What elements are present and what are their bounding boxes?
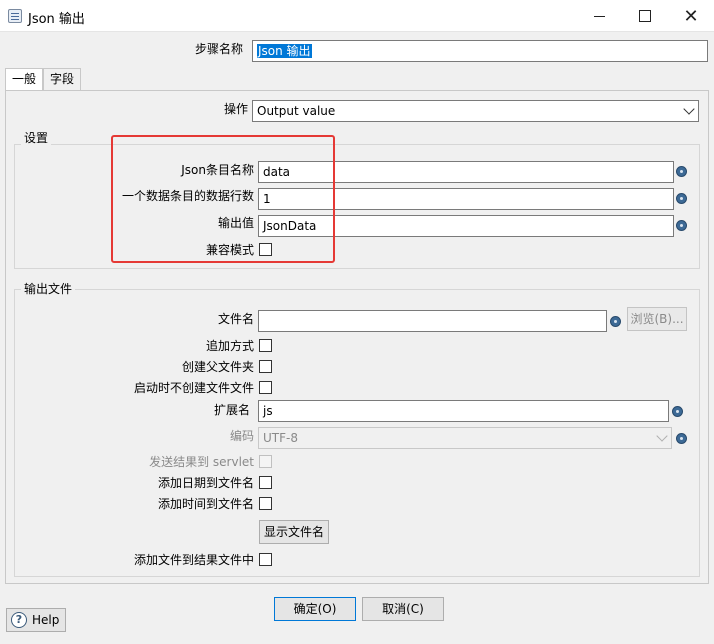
app-icon xyxy=(8,9,22,23)
variable-icon xyxy=(676,166,687,177)
append-label: 追加方式 xyxy=(205,339,254,353)
output-file-group-title: 输出文件 xyxy=(21,282,76,296)
encoding-label: 编码 xyxy=(229,429,254,443)
send-to-servlet-label: 发送结果到 servlet xyxy=(149,455,254,469)
no-create-at-start-checkbox[interactable] xyxy=(259,381,272,394)
variable-icon xyxy=(676,433,687,444)
extension-input[interactable]: js xyxy=(258,400,669,422)
add-time-label: 添加时间到文件名 xyxy=(157,497,254,511)
add-time-checkbox[interactable] xyxy=(259,497,272,510)
help-icon: ? xyxy=(11,612,27,628)
show-filename-button[interactable]: 显示文件名 xyxy=(259,520,329,544)
add-to-result-checkbox[interactable] xyxy=(259,553,272,566)
send-to-servlet-checkbox[interactable] xyxy=(259,455,272,468)
browse-button[interactable]: 浏览(B)... xyxy=(627,307,687,331)
create-parent-label: 创建父文件夹 xyxy=(181,360,254,374)
help-label: Help xyxy=(32,613,60,627)
add-to-result-label: 添加文件到结果文件中 xyxy=(133,553,254,567)
title-bar: Json 输出 ✕ xyxy=(0,0,714,32)
variable-icon xyxy=(610,316,621,327)
step-name-label: 步骤名称 xyxy=(194,42,243,56)
tab-general[interactable]: 一般 xyxy=(5,68,43,91)
create-parent-checkbox[interactable] xyxy=(259,360,272,373)
tab-fields[interactable]: 字段 xyxy=(43,68,81,90)
encoding-select[interactable]: UTF-8 xyxy=(258,427,672,449)
operation-select[interactable]: Output value xyxy=(252,100,699,122)
settings-group-title: 设置 xyxy=(21,131,52,145)
step-name-input[interactable]: Json 输出 xyxy=(252,40,708,62)
extension-label: 扩展名 xyxy=(213,403,250,417)
step-name-value: Json 输出 xyxy=(257,44,312,58)
no-create-at-start-label: 启动时不创建文件文件 xyxy=(133,381,254,395)
filename-input[interactable] xyxy=(258,310,607,332)
close-icon: ✕ xyxy=(683,5,699,27)
append-checkbox[interactable] xyxy=(259,339,272,352)
operation-value: Output value xyxy=(257,104,336,118)
operation-label: 操作 xyxy=(223,102,248,116)
cancel-button[interactable]: 取消(C) xyxy=(362,597,444,621)
variable-icon xyxy=(676,193,687,204)
variable-icon xyxy=(672,406,683,417)
window-title: Json 输出 xyxy=(28,12,85,27)
add-date-checkbox[interactable] xyxy=(259,476,272,489)
close-button[interactable]: ✕ xyxy=(668,0,714,32)
ok-button[interactable]: 确定(O) xyxy=(274,597,356,621)
filename-label: 文件名 xyxy=(217,312,254,326)
maximize-button[interactable] xyxy=(622,0,668,32)
variable-icon xyxy=(676,220,687,231)
extension-value: js xyxy=(263,404,273,418)
minimize-button[interactable] xyxy=(576,0,622,32)
add-date-label: 添加日期到文件名 xyxy=(157,476,254,490)
tab-fields-label: 字段 xyxy=(49,72,74,86)
tab-general-label: 一般 xyxy=(11,72,36,86)
help-button[interactable]: ? Help xyxy=(6,608,66,632)
encoding-value: UTF-8 xyxy=(263,431,298,445)
highlight-annotation xyxy=(111,135,335,263)
